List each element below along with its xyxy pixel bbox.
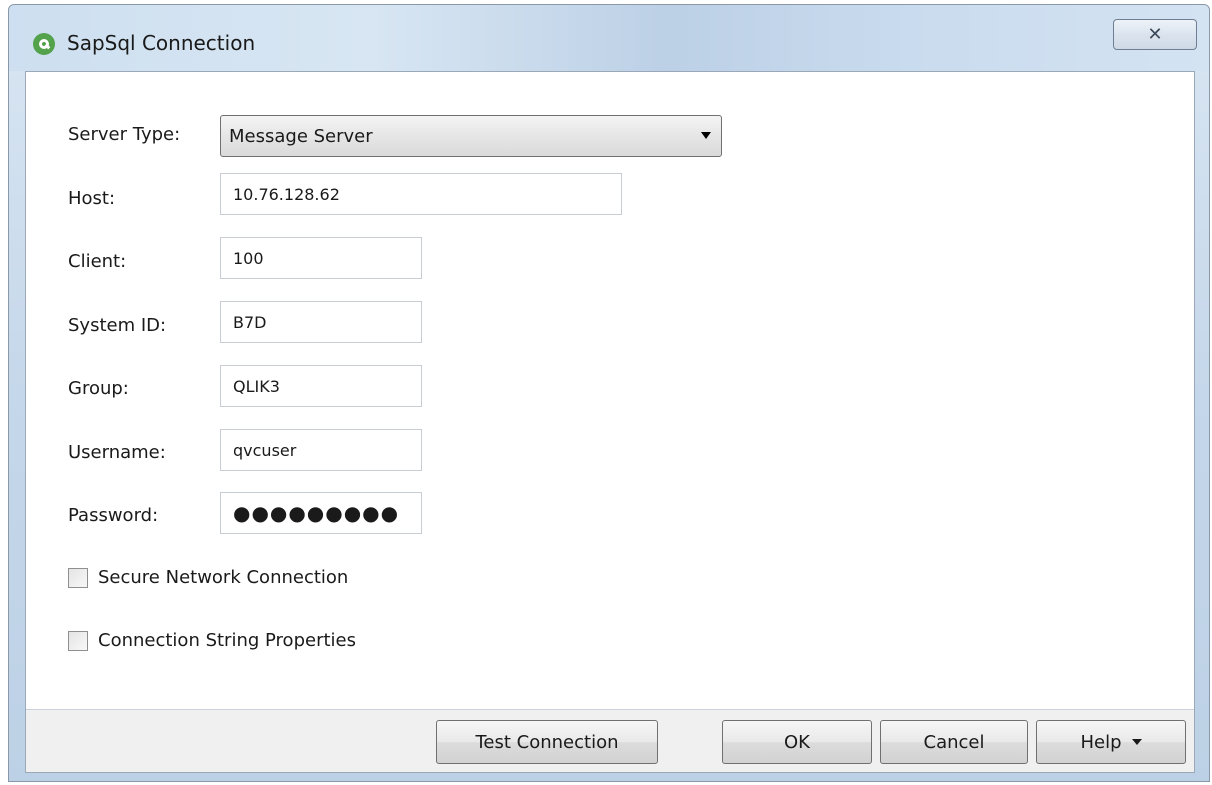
- group-label: Group:: [68, 378, 129, 399]
- username-label: Username:: [68, 442, 166, 463]
- help-label: Help: [1080, 731, 1122, 753]
- password-mask: ●●●●●●●●●: [233, 501, 400, 525]
- host-input[interactable]: 10.76.128.62: [220, 173, 622, 215]
- close-button[interactable]: ✕: [1113, 19, 1197, 50]
- qlik-app-icon: [33, 33, 55, 55]
- connection-string-label: Connection String Properties: [98, 630, 356, 651]
- host-label: Host:: [68, 188, 116, 209]
- close-icon: ✕: [1147, 24, 1163, 45]
- connection-string-row[interactable]: Connection String Properties: [68, 630, 356, 651]
- dialog-window: SapSql Connection ✕ Server Type: Message…: [8, 4, 1210, 782]
- server-type-label: Server Type:: [68, 124, 181, 145]
- server-type-value: Message Server: [229, 125, 373, 147]
- secure-network-checkbox[interactable]: [68, 567, 88, 588]
- client-label: Client:: [68, 251, 127, 272]
- title-bar[interactable]: SapSql Connection ✕: [9, 5, 1209, 71]
- secure-network-label: Secure Network Connection: [98, 567, 349, 588]
- client-input[interactable]: 100: [220, 237, 422, 279]
- cancel-button[interactable]: Cancel: [880, 720, 1028, 764]
- window-title: SapSql Connection: [67, 31, 256, 55]
- group-input[interactable]: QLIK3: [220, 365, 422, 407]
- caret-down-icon: [1131, 739, 1142, 745]
- secure-network-row[interactable]: Secure Network Connection: [68, 567, 348, 588]
- password-input[interactable]: ●●●●●●●●●: [220, 492, 422, 534]
- test-connection-button[interactable]: Test Connection: [436, 720, 658, 764]
- connection-string-checkbox[interactable]: [68, 630, 88, 651]
- username-input[interactable]: qvcuser: [220, 429, 422, 471]
- ok-button[interactable]: OK: [722, 720, 872, 764]
- system-id-label: System ID:: [68, 315, 167, 336]
- password-label: Password:: [68, 505, 159, 526]
- chevron-down-icon: [701, 132, 711, 139]
- dialog-content: Server Type: Message Server Host: 10.76.…: [25, 71, 1195, 773]
- help-button[interactable]: Help: [1036, 720, 1186, 764]
- system-id-input[interactable]: B7D: [220, 301, 422, 343]
- server-type-select[interactable]: Message Server: [220, 115, 722, 157]
